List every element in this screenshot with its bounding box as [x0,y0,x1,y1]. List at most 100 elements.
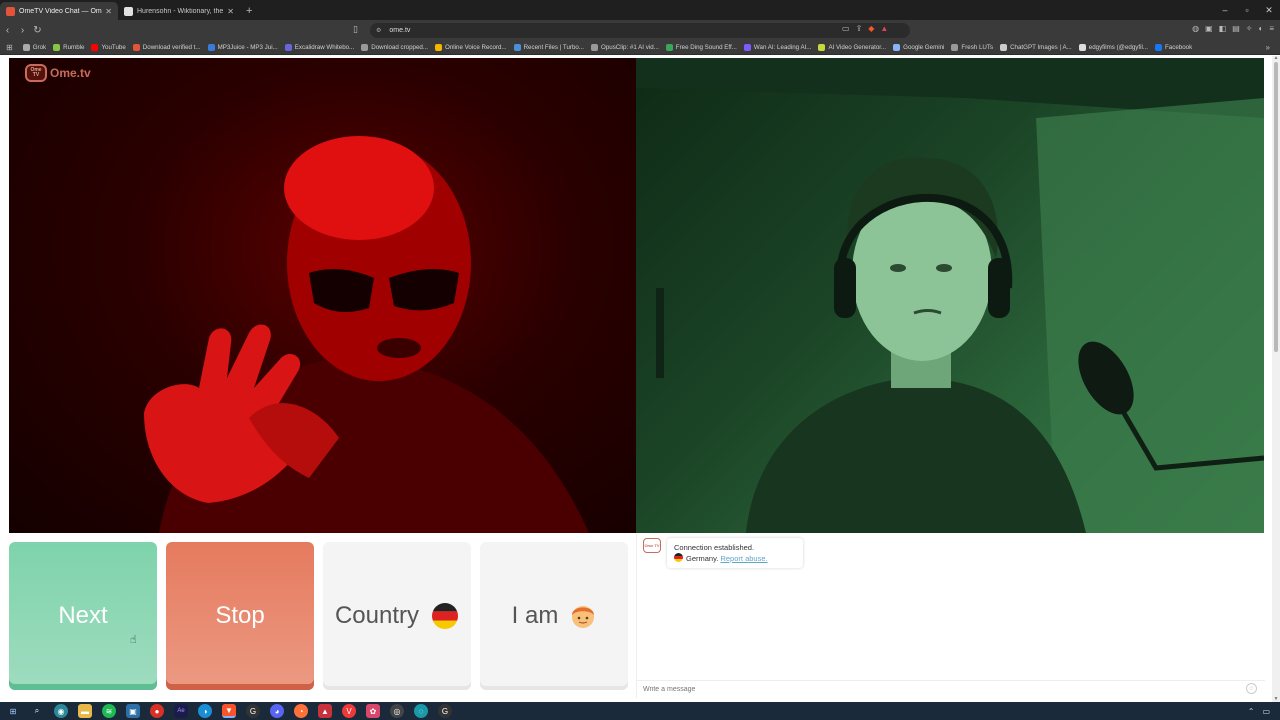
start-icon[interactable]: ⊞ [6,704,20,718]
vpn-icon[interactable]: ◐ [1258,24,1263,33]
boy-emoji-icon [570,602,596,630]
stop-button[interactable]: Stop [166,542,314,690]
forward-icon[interactable]: › [15,20,30,40]
report-abuse-link[interactable]: Report abuse. [720,554,767,563]
bookmark-favicon-icon [53,43,61,51]
wiktionary-favicon-icon [124,6,133,16]
restore-button[interactable]: ▫ [1236,0,1258,20]
bookmark-item[interactable]: Online Voice Record... [435,43,507,51]
cast-icon[interactable]: ▭ [842,24,850,33]
app-circle-icon[interactable]: G [438,704,452,718]
chatgpt-icon[interactable]: G [246,704,260,718]
message-input[interactable] [643,684,1233,695]
bookmark-item[interactable]: OpusClip: #1 AI vid... [591,43,659,51]
leo-ai-icon[interactable]: ✧ [1246,24,1253,33]
bookmark-item[interactable]: MP3Juice - MP3 Jui... [207,43,278,51]
bookmark-label: MP3Juice - MP3 Jui... [217,43,278,51]
back-icon[interactable]: ‹ [0,20,15,40]
bookmark-item[interactable]: Rumble [53,43,84,51]
bookmark-item[interactable]: Facebook [1155,43,1192,51]
app-pink-icon[interactable]: ✿ [366,704,380,718]
split-view-icon[interactable]: ◧ [1219,24,1227,33]
brave-rewards-icon[interactable]: ▲ [880,24,888,33]
edge-tab-icon[interactable]: ▣ [126,704,140,718]
copilot-icon[interactable]: ◉ [54,704,68,718]
minimize-button[interactable]: – [1214,0,1236,20]
tab-ometv[interactable]: OmeTV Video Chat — Omeg ✕ [0,2,118,20]
bookmark-item[interactable]: YouTube [91,43,126,51]
chat-controls: Next Stop Country I am [9,542,628,690]
after-effects-icon[interactable]: Ae [174,704,188,718]
file-explorer-icon[interactable]: ▬ [78,704,92,718]
bookmarks-overflow-icon[interactable]: » [1266,40,1270,55]
bookmark-favicon-icon [22,43,30,51]
bookmark-item[interactable]: edgyfilms (@edgyfil... [1078,43,1148,51]
system-message: Connection established. Germany. Report … [667,538,803,568]
spotify-icon[interactable]: ≋ [102,704,116,718]
bookmark-item[interactable]: Download verified t... [132,43,201,51]
ometv-favicon-icon [6,6,15,16]
system-tray: ⌃ ▭ [1248,702,1270,720]
address-bar[interactable]: ⚙ ome.tv [370,23,910,38]
bookmark-item[interactable]: AI Video Generator... [818,43,886,51]
next-button[interactable]: Next [9,542,157,690]
bookmark-favicon-icon [951,43,959,51]
app-red-icon[interactable]: ▲ [318,704,332,718]
site-info-icon[interactable]: ⚙ [376,27,381,34]
wallet-icon[interactable]: ▤ [1232,24,1240,33]
tab-strip: OmeTV Video Chat — Omeg ✕ Hurensohn - Wi… [0,0,1280,20]
ometv-page: Ome TV Ome.tv Next Stop Country I am ☝ O… [0,56,1272,702]
new-tab-button[interactable]: + [240,2,258,20]
close-tab-icon[interactable]: ✕ [227,7,234,16]
country-label: Country [334,602,420,629]
bookmark-item[interactable]: Grok [22,43,46,51]
bookmark-label: OpusClip: #1 AI vid... [601,43,659,51]
bookmark-label: Excalidraw Whitebo... [294,43,355,51]
bookmark-item[interactable]: Fresh LUTs [951,43,993,51]
search-icon[interactable]: ⌕ [30,704,44,718]
bookmark-item[interactable]: Excalidraw Whitebo... [284,43,355,51]
chrome-icon[interactable]: ● [150,704,164,718]
share-icon[interactable]: ⇪ [856,24,863,33]
bookmark-label: Online Voice Record... [445,43,507,51]
remote-video-frame [144,136,589,533]
brave-icon[interactable]: ▼ [222,704,236,718]
reload-icon[interactable]: ↻ [30,20,45,40]
page-scrollbar[interactable]: ▲ ▼ [1272,56,1280,702]
gender-selector-button[interactable]: I am [480,542,628,690]
vivaldi-icon[interactable]: V [342,704,356,718]
bookmark-item[interactable]: Wan AI: Leading AI... [743,43,811,51]
bookmark-item[interactable]: Recent Files | Turbo... [513,43,584,51]
connection-status: Connection established. [674,543,755,552]
bookmark-item[interactable]: Free Ding Sound Eff... [665,43,737,51]
app-teal-icon[interactable]: ◌ [414,704,428,718]
bookmark-favicon-icon [207,43,215,51]
scroll-up-icon[interactable]: ▲ [1273,56,1279,61]
bookmark-item[interactable]: ChatGPT Images | A... [1000,43,1072,51]
scrollbar-thumb[interactable] [1274,62,1278,352]
bookmark-icon[interactable]: ▯ [353,24,365,36]
apps-grid-icon[interactable]: ⊞ [6,43,13,52]
emoji-picker-icon[interactable]: ☺ [1246,683,1257,694]
menu-icon[interactable]: ≡ [1269,24,1274,33]
edge-icon[interactable]: ◑ [198,704,212,718]
brave-shield-icon[interactable]: ◆ [868,24,874,33]
sidebar-icon[interactable]: ▣ [1205,24,1213,33]
bookmark-label: Download verified t... [142,43,201,51]
discord-icon[interactable]: ◕ [270,704,284,718]
ometv-logo[interactable]: Ome TV Ome.tv [25,64,91,82]
close-window-button[interactable]: ✕ [1258,0,1280,20]
country-selector-button[interactable]: Country [323,542,471,690]
chat-panel: Ome TV Connection established. Germany. … [636,534,1265,698]
partner-country: Germany. [686,554,719,563]
bookmark-item[interactable]: Download cropped... [361,43,428,51]
tray-chevron-icon[interactable]: ⌃ [1248,707,1255,716]
close-tab-icon[interactable]: ✕ [105,7,112,16]
tab-wiktionary[interactable]: Hurensohn - Wiktionary, the free dict ✕ [118,2,240,20]
desktop-icon[interactable]: ▭ [1262,707,1270,716]
bookmark-label: Free Ding Sound Eff... [675,43,737,51]
bookmark-item[interactable]: Google Gemini [893,43,944,51]
firefox-icon[interactable]: ◔ [294,704,308,718]
obs-icon[interactable]: ◎ [390,704,404,718]
extension-icon[interactable]: ◍ [1192,24,1199,33]
